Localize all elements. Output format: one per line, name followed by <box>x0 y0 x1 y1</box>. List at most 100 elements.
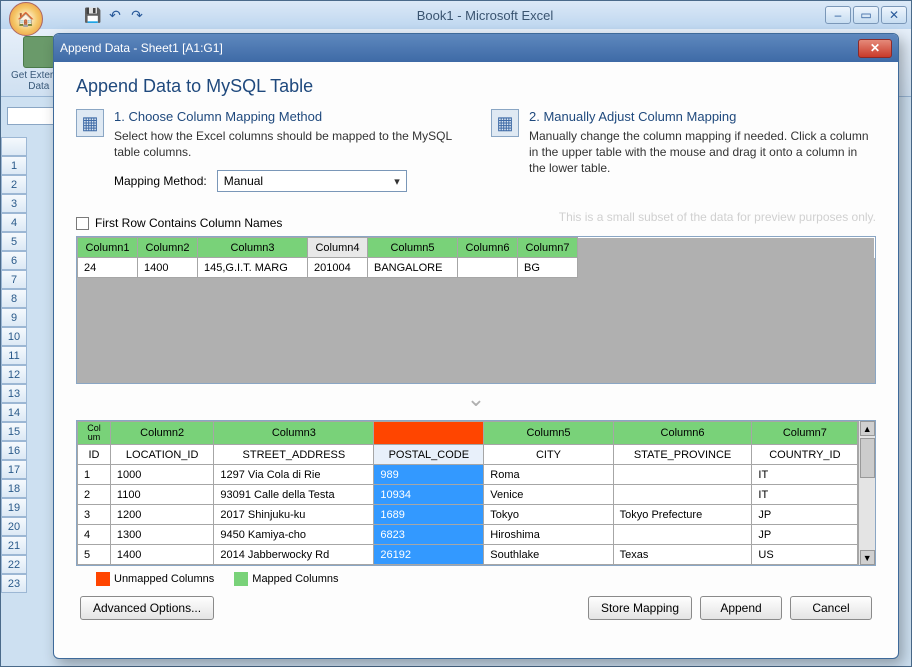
row-header[interactable]: 14 <box>1 403 27 422</box>
target-col-header[interactable]: Column3 <box>214 422 374 445</box>
redo-icon[interactable]: ↷ <box>129 7 145 23</box>
close-button[interactable]: ✕ <box>881 6 907 24</box>
table-row[interactable]: 5 1400 2014 Jabberwocky Rd 26192 Southla… <box>78 545 858 565</box>
source-col-header[interactable]: Column7 <box>518 238 578 258</box>
source-col-header-unmapped[interactable]: Column4 <box>308 238 368 258</box>
target-col-header-row: Colum Column2 Column3 Column5 Column6 Co… <box>78 422 858 445</box>
cell: 1400 <box>138 258 198 278</box>
window-buttons: – ▭ ✕ <box>825 6 907 24</box>
target-col-header[interactable]: Column5 <box>484 422 613 445</box>
first-row-checkbox-label: First Row Contains Column Names <box>95 216 282 230</box>
row-header[interactable]: 4 <box>1 213 27 232</box>
dialog-titlebar[interactable]: Append Data - Sheet1 [A1:G1] ✕ <box>54 34 898 62</box>
row-header[interactable]: 20 <box>1 517 27 536</box>
source-col-header[interactable]: Column6 <box>458 238 518 258</box>
row-header[interactable]: 16 <box>1 441 27 460</box>
office-button[interactable]: 🏠 <box>9 2 43 36</box>
step2-heading: 2. Manually Adjust Column Mapping <box>529 109 876 124</box>
mapping-method-label: Mapping Method: <box>114 174 207 188</box>
adjust-mapping-icon <box>491 109 519 137</box>
row-header[interactable]: 17 <box>1 460 27 479</box>
table-row[interactable]: 4 1300 9450 Kamiya-cho 6823 Hiroshima JP <box>78 525 858 545</box>
row-header[interactable]: 9 <box>1 308 27 327</box>
maximize-button[interactable]: ▭ <box>853 6 879 24</box>
mapping-method-dropdown[interactable]: Manual <box>217 170 407 192</box>
field-name: CITY <box>484 445 613 465</box>
row-header[interactable]: 6 <box>1 251 27 270</box>
legend-unmapped-label: Unmapped Columns <box>114 573 214 585</box>
vertical-scrollbar[interactable]: ▲ ▼ <box>858 421 875 565</box>
row-header[interactable]: 15 <box>1 422 27 441</box>
row-header[interactable]: 19 <box>1 498 27 517</box>
legend-swatch-mapped <box>234 572 248 586</box>
quick-access-toolbar: 💾 ↶ ↷ <box>85 7 145 23</box>
target-col-header[interactable]: Column7 <box>752 422 858 445</box>
cell <box>458 258 518 278</box>
cancel-button[interactable]: Cancel <box>790 596 872 620</box>
row-header[interactable]: 23 <box>1 574 27 593</box>
cell: 145,G.I.T. MARG <box>198 258 308 278</box>
scroll-up-icon[interactable]: ▲ <box>860 421 875 436</box>
row-header[interactable]: 21 <box>1 536 27 555</box>
step1-text: Select how the Excel columns should be m… <box>114 128 461 160</box>
get-external-data-icon <box>23 36 55 68</box>
step-2: 2. Manually Adjust Column Mapping Manual… <box>491 109 876 192</box>
preview-note: This is a small subset of the data for p… <box>559 210 876 224</box>
excel-window: 🏠 💾 ↶ ↷ Book1 - Microsoft Excel – ▭ ✕ Ge… <box>0 0 912 667</box>
mapping-method-value: Manual <box>224 174 263 188</box>
scroll-thumb[interactable] <box>860 438 875 478</box>
target-col-header[interactable]: Column6 <box>613 422 752 445</box>
store-mapping-button[interactable]: Store Mapping <box>588 596 692 620</box>
cell: BG <box>518 258 578 278</box>
excel-titlebar: 🏠 💾 ↶ ↷ Book1 - Microsoft Excel – ▭ ✕ <box>1 1 911 29</box>
dialog-close-button[interactable]: ✕ <box>858 39 892 58</box>
source-col-header[interactable]: Column1 <box>78 238 138 258</box>
mapping-method-icon <box>76 109 104 137</box>
row-header[interactable]: 3 <box>1 194 27 213</box>
field-name: STREET_ADDRESS <box>214 445 374 465</box>
dialog-body: Append Data to MySQL Table 1. Choose Col… <box>54 62 898 658</box>
source-grid[interactable]: Column1 Column2 Column3 Column4 Column5 … <box>76 236 876 384</box>
row-headers: 1 2 3 4 5 6 7 8 9 10 11 12 13 14 15 16 1… <box>1 156 27 593</box>
step1-heading: 1. Choose Column Mapping Method <box>114 109 461 124</box>
row-header[interactable]: 18 <box>1 479 27 498</box>
first-row-checkbox[interactable] <box>76 217 89 230</box>
target-col-header-unmapped[interactable] <box>374 422 484 445</box>
row-header[interactable]: 10 <box>1 327 27 346</box>
undo-icon[interactable]: ↶ <box>107 7 123 23</box>
table-row[interactable]: 3 1200 2017 Shinjuku-ku 1689 Tokyo Tokyo… <box>78 505 858 525</box>
source-col-header[interactable]: Column2 <box>138 238 198 258</box>
append-button[interactable]: Append <box>700 596 782 620</box>
row-header[interactable]: 13 <box>1 384 27 403</box>
minimize-button[interactable]: – <box>825 6 851 24</box>
cell: 201004 <box>308 258 368 278</box>
source-data-row[interactable]: 24 1400 145,G.I.T. MARG 201004 BANGALORE… <box>78 258 875 278</box>
table-row[interactable]: 2 1100 93091 Calle della Testa 10934 Ven… <box>78 485 858 505</box>
scroll-down-icon[interactable]: ▼ <box>860 550 875 565</box>
field-name: LOCATION_ID <box>110 445 213 465</box>
advanced-options-button[interactable]: Advanced Options... <box>80 596 214 620</box>
field-name: POSTAL_CODE <box>374 445 484 465</box>
legend-swatch-unmapped <box>96 572 110 586</box>
table-row[interactable]: 1 1000 1297 Via Cola di Rie 989 Roma IT <box>78 465 858 485</box>
select-all-triangle[interactable] <box>1 137 27 156</box>
target-col-header[interactable]: Column2 <box>110 422 213 445</box>
append-data-dialog: Append Data - Sheet1 [A1:G1] ✕ Append Da… <box>53 33 899 659</box>
source-col-header[interactable]: Column5 <box>368 238 458 258</box>
row-header[interactable]: 22 <box>1 555 27 574</box>
arrow-down-icon: ⌄ <box>76 386 876 412</box>
source-col-header[interactable]: Column3 <box>198 238 308 258</box>
save-icon[interactable]: 💾 <box>85 7 101 23</box>
source-header-row: Column1 Column2 Column3 Column4 Column5 … <box>78 238 875 258</box>
row-header[interactable]: 2 <box>1 175 27 194</box>
row-header[interactable]: 7 <box>1 270 27 289</box>
row-header[interactable]: 12 <box>1 365 27 384</box>
target-grid[interactable]: Colum Column2 Column3 Column5 Column6 Co… <box>76 420 876 566</box>
row-header[interactable]: 11 <box>1 346 27 365</box>
row-header[interactable]: 1 <box>1 156 27 175</box>
row-header[interactable]: 5 <box>1 232 27 251</box>
target-col-header-small[interactable]: Colum <box>78 422 111 445</box>
dialog-titlebar-text: Append Data - Sheet1 [A1:G1] <box>60 41 223 55</box>
dialog-footer: Advanced Options... Store Mapping Append… <box>76 586 876 624</box>
row-header[interactable]: 8 <box>1 289 27 308</box>
